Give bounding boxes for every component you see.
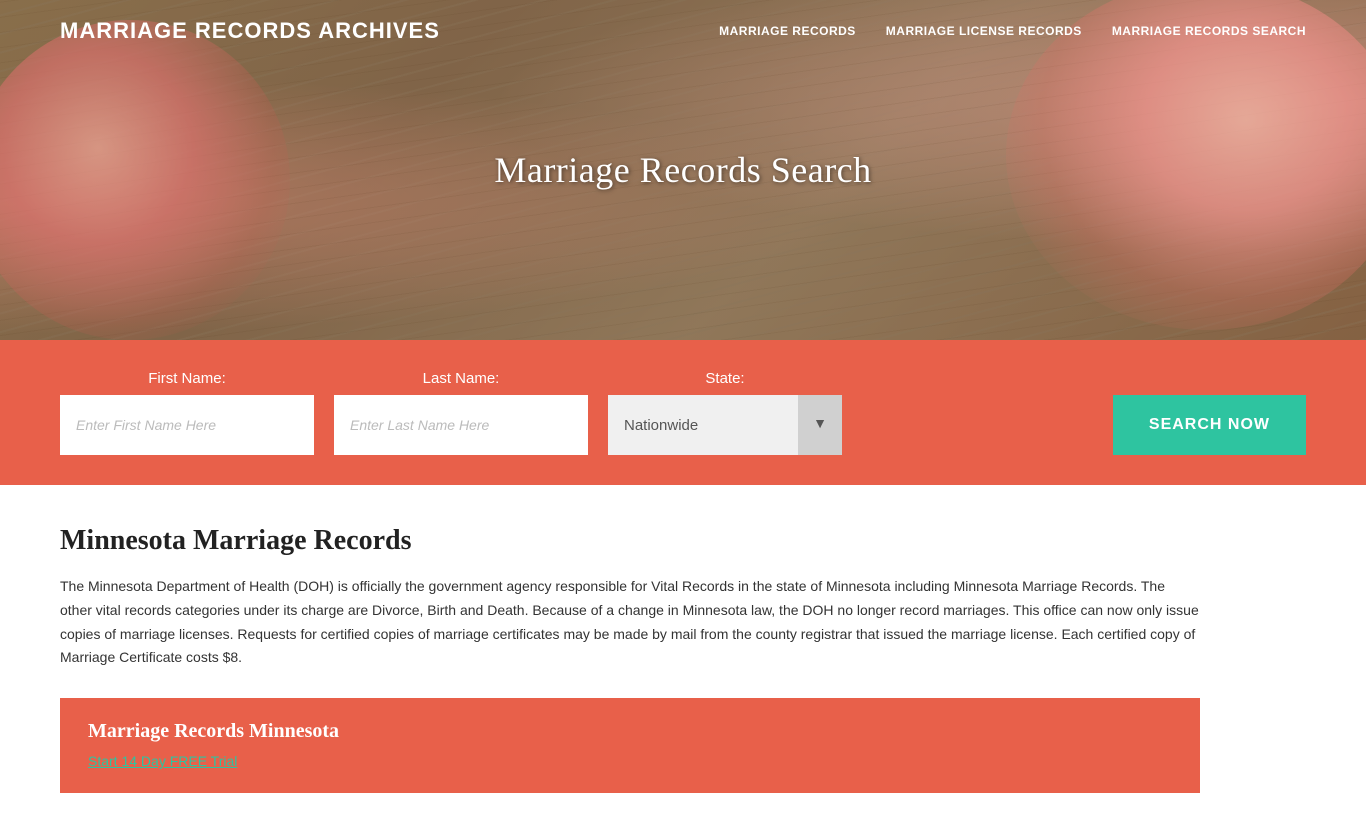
card-heading: Marriage Records Minnesota (88, 720, 1172, 743)
first-name-input[interactable] (60, 395, 314, 455)
main-body-text: The Minnesota Department of Health (DOH)… (60, 575, 1200, 670)
main-content: Minnesota Marriage Records The Minnesota… (0, 485, 1260, 823)
hero-title: Marriage Records Search (494, 149, 871, 191)
state-select-wrapper: Nationwide Alabama Alaska Arizona Arkans… (608, 395, 842, 455)
nav-marriage-license-records[interactable]: MARRIAGE LICENSE RECORDS (886, 24, 1082, 38)
state-select[interactable]: Nationwide Alabama Alaska Arizona Arkans… (608, 395, 842, 455)
site-header: MARRIAGE RECORDS ARCHIVES MARRIAGE RECOR… (0, 0, 1366, 62)
state-label: State: (608, 370, 842, 387)
card-box: Marriage Records Minnesota Start 14 Day … (60, 698, 1200, 793)
nav-marriage-records-search[interactable]: MARRIAGE RECORDS SEARCH (1112, 24, 1306, 38)
main-heading: Minnesota Marriage Records (60, 525, 1200, 557)
search-fields-row: First Name: Last Name: State: Nationwide… (60, 370, 1093, 455)
last-name-label: Last Name: (334, 370, 588, 387)
state-field-group: State: Nationwide Alabama Alaska Arizona… (608, 370, 842, 455)
main-nav: MARRIAGE RECORDS MARRIAGE LICENSE RECORD… (719, 24, 1306, 38)
card-free-trial-link[interactable]: Start 14 Day FREE Trial (88, 753, 237, 769)
site-title: MARRIAGE RECORDS ARCHIVES (60, 18, 440, 44)
search-now-button[interactable]: SEARCH NOW (1113, 395, 1306, 455)
first-name-label: First Name: (60, 370, 314, 387)
last-name-input[interactable] (334, 395, 588, 455)
last-name-field-group: Last Name: (334, 370, 588, 455)
first-name-field-group: First Name: (60, 370, 314, 455)
search-section: First Name: Last Name: State: Nationwide… (0, 340, 1366, 485)
nav-marriage-records[interactable]: MARRIAGE RECORDS (719, 24, 856, 38)
